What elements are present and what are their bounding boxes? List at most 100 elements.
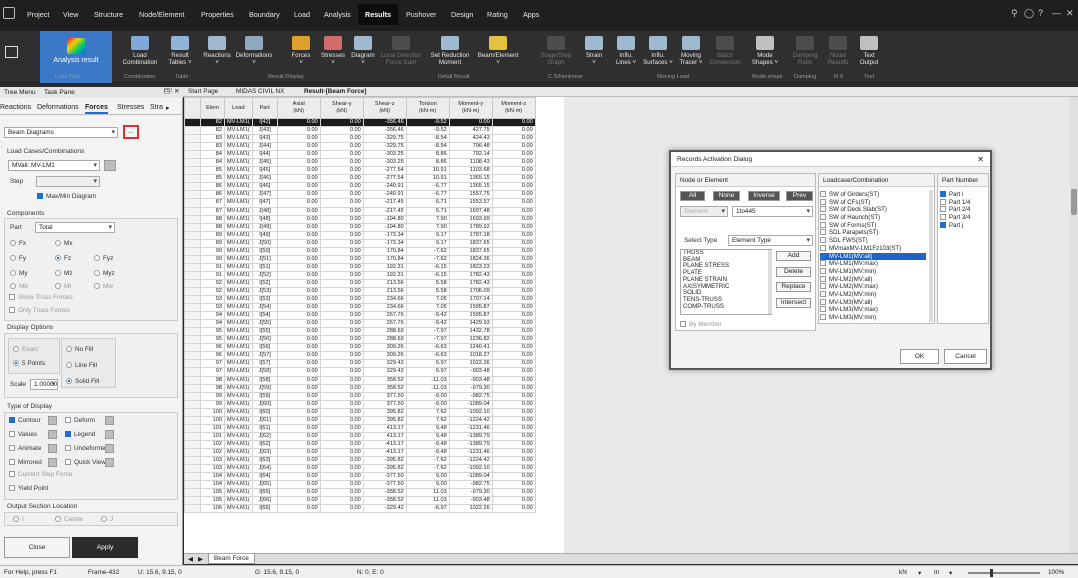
row-gutter[interactable] <box>184 367 201 377</box>
tab-tree-menu[interactable]: Tree Menu <box>4 89 36 96</box>
load-case-select[interactable]: MVall: MV-LM1 <box>8 160 100 171</box>
prev-button[interactable]: Prev <box>786 191 813 201</box>
current-step-checkbox[interactable]: Current Step Force <box>9 471 72 478</box>
column-header[interactable]: Axial (kN) <box>276 97 321 119</box>
table-row[interactable]: 90 MV-LM1(I[50] 0.00 0.00 170.84 -7.62 1837.65… <box>184 246 536 256</box>
table-row[interactable]: 87 MV-LM1(I[47] 0.00 0.00 -217.45 6.71 1553.57… <box>184 198 536 208</box>
display-values-checkbox[interactable]: Values <box>9 431 37 438</box>
row-gutter[interactable] <box>184 311 201 321</box>
table-row[interactable]: 100 MV-LM1(J[61] 0.00 0.00 395.82 7.62 -1224.4… <box>184 415 536 425</box>
display-animate-checkbox[interactable]: Animate <box>9 445 41 452</box>
table-row[interactable]: 93 MV-LM1(I[53] 0.00 0.00 234.66 7.05 1707.14 0… <box>184 295 536 305</box>
menu-rating[interactable]: Rating <box>487 10 508 19</box>
loadcase-check-icon[interactable] <box>820 260 826 267</box>
menu-properties[interactable]: Properties <box>201 10 234 19</box>
display-contour-checkbox[interactable]: Contour <box>9 417 41 424</box>
help-icon[interactable]: ? <box>1038 7 1043 19</box>
row-gutter[interactable] <box>184 464 201 474</box>
range-input[interactable]: 1to445 <box>732 206 813 217</box>
apply-button[interactable]: Apply <box>72 537 138 558</box>
row-gutter[interactable] <box>184 423 201 433</box>
ribbon-button-8[interactable]: Set Reduction Moment <box>426 36 474 74</box>
column-header[interactable]: Part <box>251 97 278 119</box>
menu-pushover[interactable]: Pushover <box>406 10 436 19</box>
row-gutter[interactable] <box>184 222 201 232</box>
display-quick-view-checkbox[interactable]: Quick View <box>65 459 106 466</box>
row-gutter[interactable] <box>184 134 201 144</box>
table-row[interactable]: 106 MV-LM1(I[66] 0.00 0.00 -329.42 -6.97 1022.… <box>184 504 536 514</box>
display-options-button[interactable] <box>48 444 57 453</box>
menu-results[interactable]: Results <box>358 4 398 25</box>
table-row[interactable]: 94 MV-LM1(I[54] 0.00 0.00 267.76 -9.42 1595.87… <box>184 311 536 321</box>
element-type-item[interactable]: COMP-TRUSS <box>681 303 771 311</box>
subtab-scroll-icon[interactable]: ▸ <box>166 104 170 112</box>
table-row[interactable]: 96 MV-LM1(J[57] 0.00 0.00 309.26 -6.63 1018.27… <box>184 351 536 361</box>
row-gutter[interactable] <box>184 190 201 200</box>
section-i-radio[interactable]: I <box>13 516 24 523</box>
row-gutter[interactable] <box>184 158 201 168</box>
row-gutter[interactable] <box>184 415 201 425</box>
dialog-close-icon[interactable]: ✕ <box>977 155 984 164</box>
table-row[interactable]: 102 MV-LM1(I[62] 0.00 0.00 -413.17 -9.48 -1389… <box>184 439 536 449</box>
loadcase-check-icon[interactable] <box>820 298 826 305</box>
table-row[interactable]: 82 MV-LM1(J[43] 0.00 0.00 -356.46 -9.52 427.75… <box>184 126 536 136</box>
loadcase-check-icon[interactable] <box>820 267 826 274</box>
part-select[interactable]: Total <box>35 222 115 233</box>
loadcase-item[interactable]: SW of Haunch(ST) <box>820 214 926 222</box>
table-row[interactable]: 101 MV-LM1(J[62] 0.00 0.00 413.17 9.48 -1389.7… <box>184 431 536 441</box>
loadcase-item[interactable]: MVmaxMV-LM1Fz103(ST) <box>820 244 926 253</box>
row-gutter[interactable] <box>184 126 201 136</box>
tab-stresses[interactable]: Stresses <box>117 104 144 111</box>
component-fx-radio[interactable]: Fx <box>10 240 26 247</box>
app-logo-icon[interactable] <box>3 7 15 19</box>
table-row[interactable]: 87 MV-LM1(J[48] 0.00 0.00 -217.45 6.71 1697.48… <box>184 206 536 216</box>
row-gutter[interactable] <box>184 431 201 441</box>
show-truss-checkbox[interactable]: Show Truss Forces <box>9 294 73 301</box>
ribbon-button-16[interactable]: Mode Shapes ˅ <box>743 36 787 74</box>
menu-structure[interactable]: Structure <box>94 10 123 19</box>
by-member-checkbox[interactable]: By Member <box>680 321 722 328</box>
loadcase-list[interactable]: SW of Girders(ST) SW of CFs(ST) SW of Deck… <box>820 191 926 321</box>
column-header[interactable]: Torsion (kN·m) <box>405 97 450 119</box>
load-case-edit-button[interactable] <box>104 160 116 171</box>
table-row[interactable]: 100 MV-LM1(I[60] 0.00 0.00 395.82 7.62 -1092.1… <box>184 407 536 417</box>
select-type-dropdown[interactable]: Element Type <box>728 235 813 246</box>
loadcase-item[interactable]: MV-LM2(MV:min) <box>820 290 926 299</box>
loadcase-item[interactable]: SDL Parapets(ST) <box>820 229 926 237</box>
loadcase-item[interactable]: SW of Forms(ST) <box>820 221 926 230</box>
row-gutter[interactable] <box>184 166 201 176</box>
loadcase-item[interactable]: SW of CFs(ST) <box>820 198 926 207</box>
user-icon[interactable]: ◯ <box>1024 7 1034 19</box>
row-gutter[interactable] <box>184 455 201 466</box>
row-gutter[interactable] <box>184 270 201 280</box>
beam-force-table[interactable]: Elem Load Part Axial (kN) Shear-y (kN) Shear-… <box>184 97 564 553</box>
table-row[interactable]: 89 MV-LM1(J[50] 0.00 0.00 -173.34 9.17 1837.65… <box>184 238 536 248</box>
row-gutter[interactable] <box>184 198 201 208</box>
row-gutter[interactable] <box>184 182 201 192</box>
display-options-button[interactable] <box>105 444 114 453</box>
ribbon-button-9[interactable]: Beam/Element ˅ <box>476 36 520 74</box>
sheet-next-icon[interactable]: ▶ <box>198 555 203 563</box>
table-row[interactable]: 101 MV-LM1(I[61] 0.00 0.00 413.17 9.48 -1231.4… <box>184 423 536 433</box>
table-row[interactable]: 92 MV-LM1(I[52] 0.00 0.00 213.56 5.58 1782.43 0… <box>184 278 536 288</box>
table-row[interactable]: 89 MV-LM1(I[49] 0.00 0.00 -173.34 9.17 1787.18… <box>184 230 536 240</box>
table-row[interactable]: 83 MV-LM1(I[43] 0.00 0.00 -329.75 -8.54 424.43… <box>184 134 536 144</box>
table-row[interactable]: 88 MV-LM1(J[49] 0.00 0.00 -194.80 7.90 1789.92… <box>184 222 536 232</box>
column-header[interactable]: Shear-y (kN) <box>319 97 364 119</box>
display-options-button[interactable] <box>48 416 57 425</box>
table-row[interactable]: 103 MV-LM1(I[63] 0.00 0.00 -395.82 -7.62 -1224… <box>184 455 536 466</box>
component-mz-radio[interactable]: Mz <box>55 270 73 277</box>
part-check-icon[interactable] <box>940 221 946 228</box>
ribbon-button-15[interactable]: Batch Conversion <box>703 36 747 74</box>
part-item[interactable]: Part 2/4 <box>940 206 986 214</box>
scroll-thumb[interactable] <box>1071 189 1077 215</box>
pane-close-icon[interactable]: ✕ <box>174 87 180 95</box>
part-item[interactable]: Part 1/4 <box>940 198 986 207</box>
cancel-button[interactable]: Cancel <box>944 349 987 364</box>
loadcase-check-icon[interactable] <box>820 314 826 320</box>
row-gutter[interactable] <box>184 391 201 401</box>
loadcase-item[interactable]: MV-LM2(MV:all) <box>820 275 926 284</box>
menu-apps[interactable]: Apps <box>523 10 539 19</box>
row-gutter[interactable] <box>184 359 201 369</box>
tab-strain[interactable]: Stra <box>150 104 163 111</box>
